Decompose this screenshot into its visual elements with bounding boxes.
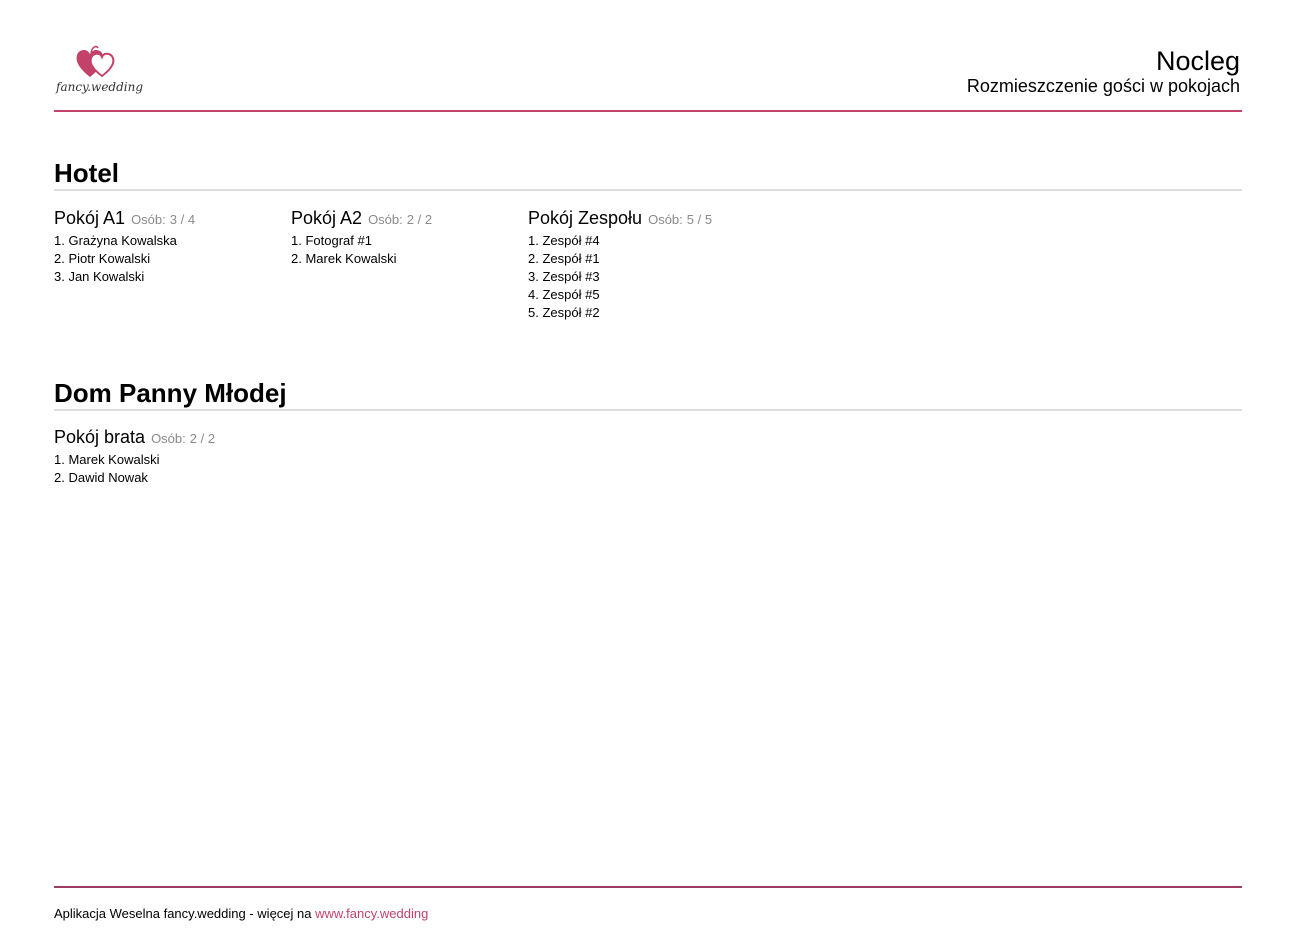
guest-item: 1. Marek Kowalski xyxy=(54,452,160,467)
section-title: Dom Panny Młodej xyxy=(54,378,1242,411)
occupancy-value: 5 / 5 xyxy=(686,212,713,227)
guest-item: 1. Grażyna Kowalska xyxy=(54,233,177,248)
guest-list: 1. Marek Kowalski 2. Dawid Nowak xyxy=(54,451,291,487)
occupancy-value: 2 / 2 xyxy=(189,431,216,446)
room-header: Pokój brata Osób: 2 / 2 xyxy=(54,426,291,450)
room-name: Pokój Zespołu xyxy=(528,208,643,228)
logo-text: fancy.wedding xyxy=(56,80,144,94)
guest-item: 2. Dawid Nowak xyxy=(54,470,148,485)
section-hotel: Hotel Pokój A1 Osób: 3 / 4 1. Grażyna Kowa… xyxy=(54,158,1242,322)
logo: fancy.wedding xyxy=(54,42,144,98)
guest-item: 2. Marek Kowalski xyxy=(291,251,397,266)
room-occupancy: Osób: 5 / 5 xyxy=(648,212,712,227)
section-bride-house: Dom Panny Młodej Pokój brata Osób: 2 / 2 1… xyxy=(54,378,1242,487)
guest-item: 2. Zespół #1 xyxy=(528,251,600,266)
room-name: Pokój brata xyxy=(54,427,146,447)
occupancy-value: 2 / 2 xyxy=(406,212,433,227)
guest-item: 5. Zespół #2 xyxy=(528,305,600,320)
room-occupancy: Osób: 2 / 2 xyxy=(151,431,215,446)
room-card: Pokój brata Osób: 2 / 2 1. Marek Kowalski … xyxy=(54,426,291,487)
guest-item: 1. Zespół #4 xyxy=(528,233,600,248)
page-header: fancy.wedding Nocleg Rozmieszczenie gośc… xyxy=(54,0,1242,112)
footer-link[interactable]: www.fancy.wedding xyxy=(315,906,428,921)
room-occupancy: Osób: 2 / 2 xyxy=(368,212,432,227)
occupancy-label: Osób: xyxy=(151,431,186,446)
room-card: Pokój Zespołu Osób: 5 / 5 1. Zespół #4 2. … xyxy=(528,207,765,322)
header-titles: Nocleg Rozmieszczenie gości w pokojach xyxy=(967,45,1240,97)
room-card: Pokój A1 Osób: 3 / 4 1. Grażyna Kowalska 2… xyxy=(54,207,291,322)
room-occupancy: Osób: 3 / 4 xyxy=(131,212,195,227)
guest-list: 1. Grażyna Kowalska 2. Piotr Kowalski 3.… xyxy=(54,232,291,286)
occupancy-label: Osób: xyxy=(648,212,683,227)
room-header: Pokój A1 Osób: 3 / 4 xyxy=(54,207,291,231)
guest-item: 3. Jan Kowalski xyxy=(54,269,145,284)
two-hearts-icon xyxy=(76,45,115,78)
room-list: Pokój brata Osób: 2 / 2 1. Marek Kowalski … xyxy=(54,426,1242,487)
occupancy-label: Osób: xyxy=(131,212,166,227)
guest-item: 3. Zespół #3 xyxy=(528,269,600,284)
guest-item: 1. Fotograf #1 xyxy=(291,233,372,248)
occupancy-value: 3 / 4 xyxy=(169,212,196,227)
room-name: Pokój A2 xyxy=(291,208,363,228)
page-title: Nocleg xyxy=(1155,46,1240,76)
room-header: Pokój Zespołu Osób: 5 / 5 xyxy=(528,207,765,231)
guest-list: 1. Fotograf #1 2. Marek Kowalski xyxy=(291,232,528,268)
guest-item: 2. Piotr Kowalski xyxy=(54,251,151,266)
page-subtitle: Rozmieszczenie gości w pokojach xyxy=(966,76,1240,96)
room-header: Pokój A2 Osób: 2 / 2 xyxy=(291,207,528,231)
room-name: Pokój A1 xyxy=(54,208,126,228)
page-footer: Aplikacja Weselna fancy.wedding - więcej… xyxy=(54,886,1242,922)
room-list: Pokój A1 Osób: 3 / 4 1. Grażyna Kowalska 2… xyxy=(54,207,1242,322)
guest-item: 4. Zespół #5 xyxy=(528,287,600,302)
footer-text: Aplikacja Weselna fancy.wedding - więcej… xyxy=(54,906,1242,922)
occupancy-label: Osób: xyxy=(368,212,403,227)
footer-label: Aplikacja Weselna fancy.wedding - więcej… xyxy=(54,906,312,921)
section-title: Hotel xyxy=(54,158,1242,191)
room-card: Pokój A2 Osób: 2 / 2 1. Fotograf #1 2. Mar… xyxy=(291,207,528,322)
guest-list: 1. Zespół #4 2. Zespół #1 3. Zespół #3 4… xyxy=(528,232,765,322)
